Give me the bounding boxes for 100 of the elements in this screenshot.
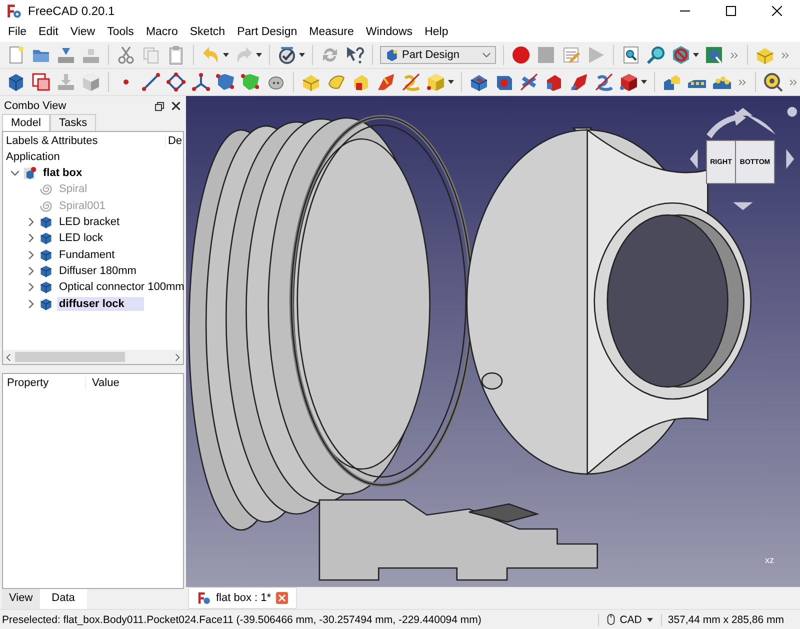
body-icon — [39, 280, 53, 294]
body-icon — [39, 296, 53, 311]
panel-tab[interactable]: View — [2, 589, 40, 609]
menu-item[interactable]: File — [2, 26, 33, 38]
column-header[interactable]: Value — [86, 377, 120, 389]
overflow-chevron-icon[interactable] — [739, 78, 746, 86]
menu-item[interactable]: Measure — [303, 26, 360, 38]
additive-box-icon[interactable] — [426, 72, 446, 92]
scroll-right-icon[interactable] — [175, 354, 180, 360]
caret-icon[interactable] — [299, 53, 305, 57]
caret-icon[interactable] — [693, 53, 699, 57]
tree-item[interactable]: Fundament — [57, 248, 117, 262]
maximize-icon[interactable] — [726, 6, 736, 16]
menu-item[interactable]: Windows — [360, 26, 419, 38]
coordinate-system-icon[interactable] — [191, 72, 211, 92]
panel-tab[interactable]: Data — [40, 589, 87, 609]
measure-icon[interactable] — [763, 72, 783, 92]
tree-group-label: Application — [5, 150, 61, 165]
collapse-chevron-icon[interactable] — [27, 266, 35, 275]
record-icon[interactable] — [511, 45, 531, 65]
check-circle-icon[interactable] — [277, 45, 297, 65]
navigation-style-dropdown[interactable]: CAD — [598, 614, 661, 626]
save-icon[interactable] — [56, 45, 76, 65]
dimensions-readout: 357,44 mm x 285,86 mm — [660, 614, 790, 626]
groove-icon[interactable] — [519, 72, 539, 92]
whats-this-icon[interactable] — [345, 45, 365, 65]
sketch-icon[interactable] — [31, 72, 51, 92]
close-icon[interactable] — [772, 6, 782, 16]
menu-item[interactable]: Edit — [32, 26, 64, 38]
column-header[interactable]: Labels & Attributes — [3, 134, 165, 146]
spiral-icon — [39, 198, 53, 213]
scissors-icon[interactable] — [116, 45, 136, 65]
subtractive-box-icon[interactable] — [619, 72, 639, 92]
document-tab-label: flat box : 1* — [216, 592, 272, 604]
caret-icon[interactable] — [256, 53, 262, 57]
mirror-icon[interactable] — [662, 72, 682, 92]
workbench-dropdown[interactable]: Part Design — [380, 46, 496, 64]
status-message: Preselected: flat_box.Body011.Pocket024.Face11 (-39.506466 mm, -30.257494 mm, -229.440094 mm) — [1, 614, 482, 626]
tree-item[interactable]: Diffuser 180mm — [57, 264, 138, 278]
horizontal-scrollbar[interactable] — [3, 350, 183, 364]
column-header[interactable]: De — [164, 134, 183, 146]
scrollbar-thumb[interactable] — [15, 352, 125, 362]
close-icon[interactable] — [172, 102, 180, 110]
collapse-chevron-icon[interactable] — [27, 218, 35, 226]
menu-item[interactable]: Tools — [101, 26, 140, 38]
shape-binder-icon[interactable] — [216, 72, 236, 92]
tree-item[interactable]: Optical connector 100mm — [57, 280, 186, 294]
pipe-icon[interactable] — [376, 72, 396, 92]
pocket-icon[interactable] — [469, 72, 489, 92]
overflow-chevron-icon[interactable] — [790, 78, 797, 86]
subtractive-loft-icon[interactable] — [544, 72, 564, 92]
subtractive-helix-icon[interactable] — [594, 72, 614, 92]
expand-chevron-icon[interactable] — [11, 169, 19, 178]
plane-icon[interactable] — [166, 72, 186, 92]
chevron-down-icon — [482, 52, 491, 58]
panel-title: Combo View — [4, 100, 66, 112]
pad-icon[interactable] — [301, 72, 321, 92]
tree-item[interactable]: LED lock — [57, 231, 106, 246]
menu-item[interactable]: Sketch — [184, 26, 232, 38]
menu-item[interactable]: View — [64, 26, 102, 38]
spiral-icon — [39, 182, 53, 196]
scroll-left-icon[interactable] — [6, 354, 11, 360]
panel-tab[interactable]: Model — [2, 114, 50, 131]
caret-icon — [646, 618, 653, 622]
zoom-page-icon[interactable] — [621, 45, 641, 65]
column-header[interactable]: Property — [3, 377, 86, 389]
body-icon — [39, 264, 53, 278]
box-select-icon[interactable] — [704, 45, 724, 65]
helix-icon[interactable] — [401, 72, 421, 92]
collapse-chevron-icon[interactable] — [27, 234, 35, 242]
menu-item[interactable]: Macro — [140, 26, 184, 38]
menu-item[interactable]: Help — [418, 26, 454, 38]
overflow-chevron-icon[interactable] — [731, 52, 738, 58]
tree-item[interactable]: LED bracket — [57, 215, 122, 230]
stacked-blocks-icon[interactable] — [755, 45, 775, 65]
collapse-chevron-icon[interactable] — [27, 250, 35, 259]
caret-icon[interactable] — [448, 80, 454, 84]
no-entry-icon[interactable] — [671, 45, 691, 65]
subshape-binder-icon[interactable] — [241, 72, 261, 92]
body-icon[interactable] — [6, 72, 26, 92]
document-icon — [23, 166, 37, 180]
collapse-chevron-icon[interactable] — [27, 300, 35, 308]
caret-icon[interactable] — [641, 80, 647, 84]
menu-item[interactable]: Part Design — [231, 26, 304, 38]
collapse-chevron-icon[interactable] — [27, 283, 35, 292]
loft-icon[interactable] — [351, 72, 371, 92]
panel-tab[interactable]: Tasks — [50, 114, 96, 131]
line-icon[interactable] — [141, 72, 161, 92]
magnifier-icon[interactable] — [646, 45, 666, 65]
tree-item[interactable]: diffuser lock — [57, 296, 144, 311]
tree-item[interactable]: flat box — [41, 166, 84, 180]
mouse-icon — [606, 614, 615, 625]
subtractive-pipe-icon[interactable] — [569, 72, 589, 92]
macro-edit-icon[interactable] — [561, 45, 581, 65]
caret-icon[interactable] — [223, 53, 229, 57]
document-tab[interactable]: flat box : 1* — [188, 587, 298, 609]
overflow-chevron-icon[interactable] — [782, 52, 789, 58]
float-panel-icon[interactable] — [155, 102, 164, 110]
axis-label: x — [765, 555, 770, 565]
workbench-icon — [385, 48, 399, 62]
